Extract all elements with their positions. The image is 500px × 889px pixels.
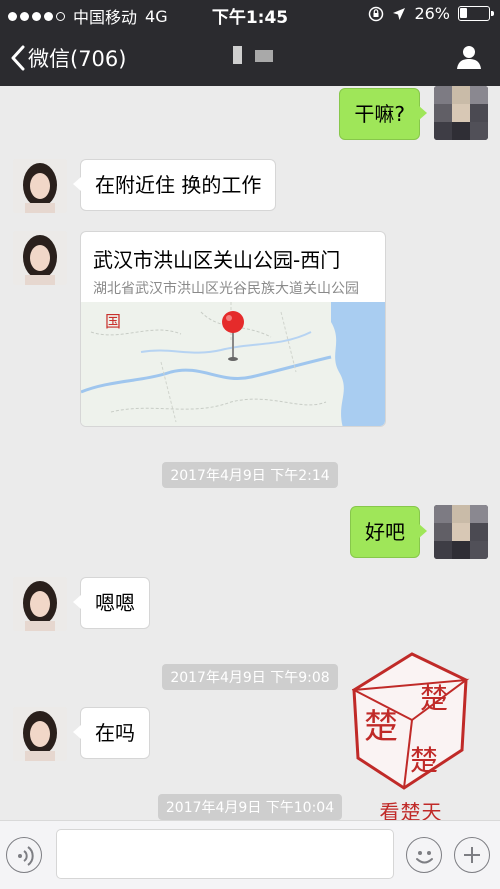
seal-stamp-icon: 楚 楚 楚 bbox=[350, 652, 470, 790]
timestamp-label: 2017年4月9日 下午2:14 bbox=[162, 462, 338, 488]
status-icons: 26% bbox=[368, 4, 494, 23]
plus-icon bbox=[464, 847, 480, 863]
voice-icon bbox=[18, 846, 34, 866]
location-map-thumbnail: 国 bbox=[81, 302, 385, 426]
my-avatar[interactable] bbox=[434, 505, 488, 559]
timestamp: 2017年4月9日 下午2:14 bbox=[0, 462, 500, 488]
location-arrow-icon bbox=[393, 7, 406, 20]
chevron-left-icon bbox=[11, 45, 25, 71]
voice-button[interactable] bbox=[6, 837, 42, 873]
contact-avatar[interactable] bbox=[13, 231, 67, 285]
message-bubble-outgoing[interactable]: 好吧 bbox=[350, 506, 427, 558]
my-avatar[interactable] bbox=[434, 86, 488, 140]
person-icon bbox=[457, 46, 481, 69]
svg-text:楚: 楚 bbox=[410, 744, 438, 777]
battery-level bbox=[460, 8, 467, 18]
chat-header: 微信(706) bbox=[0, 28, 500, 86]
emoji-button[interactable] bbox=[406, 837, 442, 873]
rotation-lock-icon bbox=[369, 6, 384, 21]
status-bar: 中国移动 4G 下午1:45 26% bbox=[0, 0, 500, 28]
contact-avatar[interactable] bbox=[13, 159, 67, 213]
location-address: 湖北省武汉市洪山区光谷民族大道关山公园 bbox=[93, 281, 359, 297]
svg-text:楚: 楚 bbox=[364, 707, 398, 747]
message-input[interactable] bbox=[56, 829, 394, 879]
back-button[interactable]: 微信(706) bbox=[10, 43, 126, 73]
watermark-logo: 楚 楚 楚 看楚天 bbox=[350, 650, 470, 824]
message-bubble-incoming[interactable]: 在附近住 换的工作 bbox=[72, 159, 277, 211]
map-region-label: 国 bbox=[105, 312, 122, 331]
contact-avatar[interactable] bbox=[13, 577, 67, 631]
message-bubble-incoming[interactable]: 嗯嗯 bbox=[73, 577, 150, 629]
back-label: 微信(706) bbox=[28, 47, 127, 71]
contact-avatar[interactable] bbox=[13, 707, 67, 761]
emoji-icon bbox=[416, 851, 433, 864]
battery-percent: 26% bbox=[414, 4, 450, 23]
timestamp-label: 2017年4月9日 下午10:04 bbox=[157, 794, 343, 820]
location-title: 武汉市洪山区关山公园-西门 bbox=[93, 248, 341, 272]
message-bubble-incoming[interactable]: 在吗 bbox=[73, 707, 150, 759]
svg-text:楚: 楚 bbox=[420, 682, 448, 715]
timestamp-label: 2017年4月9日 下午9:08 bbox=[162, 664, 338, 690]
contact-name-blurred bbox=[225, 42, 285, 70]
more-button[interactable] bbox=[454, 837, 490, 873]
location-message-card[interactable]: 武汉市洪山区关山公园-西门 湖北省武汉市洪山区光谷民族大道关山公园 国 bbox=[80, 231, 386, 427]
contact-profile-button[interactable] bbox=[456, 44, 482, 74]
battery-icon bbox=[458, 6, 494, 21]
message-bubble-outgoing[interactable]: 干嘛? bbox=[339, 88, 427, 140]
input-bar bbox=[0, 820, 500, 889]
